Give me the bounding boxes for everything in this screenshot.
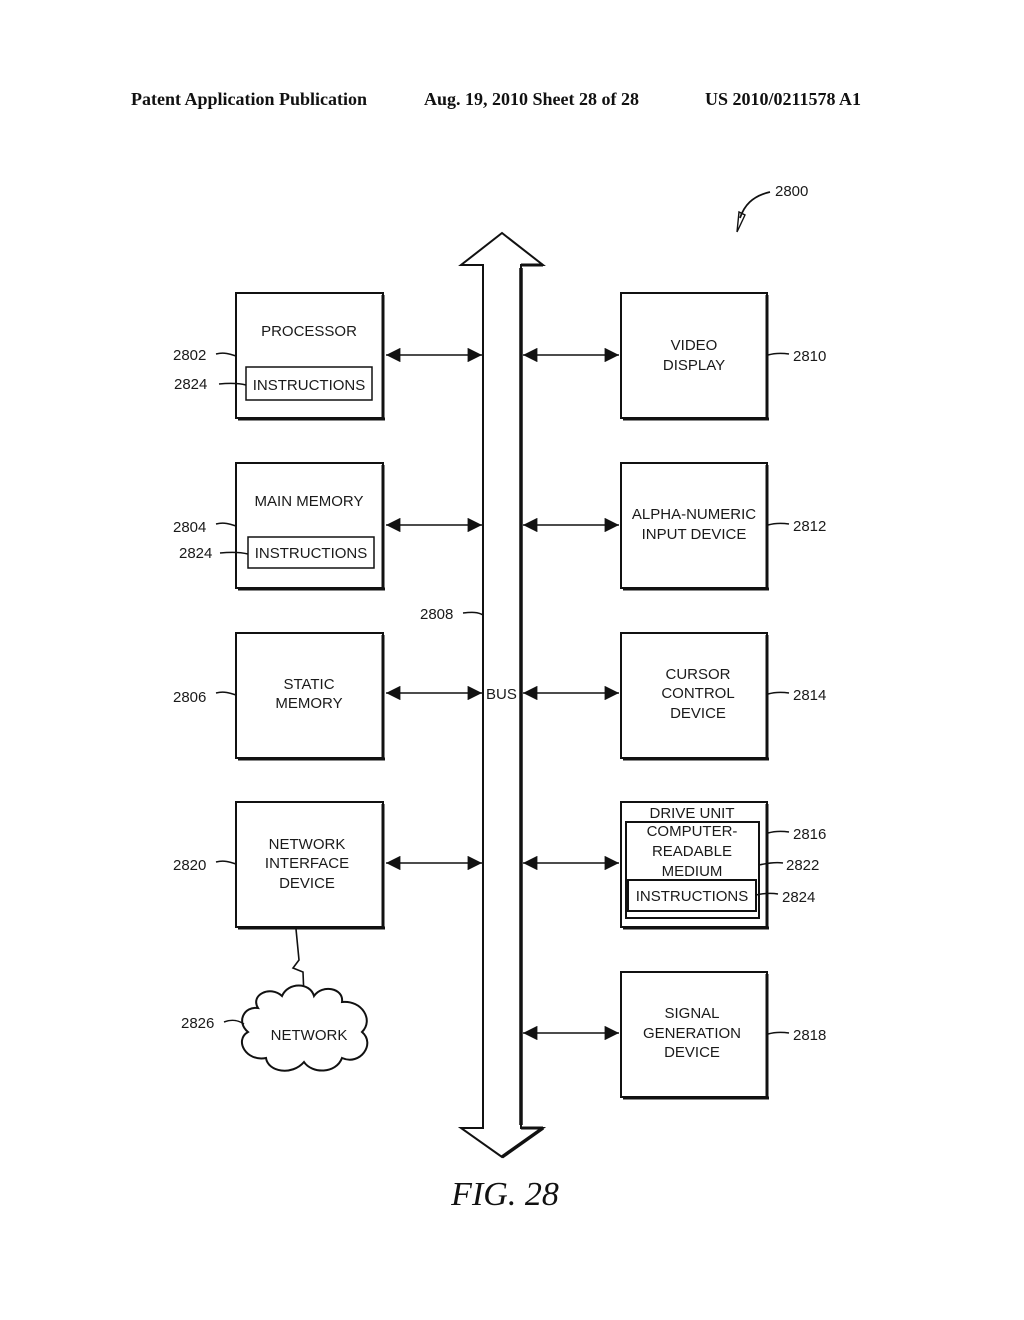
processor-instructions-ref: 2824	[174, 376, 207, 393]
main-memory-instructions-label: INSTRUCTIONS	[255, 545, 368, 562]
cursor-control-label-line3: DEVICE	[670, 705, 726, 722]
network-interface-label-line1: NETWORK	[269, 836, 346, 853]
static-memory-block: STATIC MEMORY 2806	[173, 632, 385, 761]
drive-instructions-ref: 2824	[782, 889, 815, 906]
alphanumeric-input-label-line1: ALPHA-NUMERIC	[632, 506, 756, 523]
signal-generation-block: SIGNAL GENERATION DEVICE 2818	[620, 971, 826, 1100]
signal-generation-label-line1: SIGNAL	[664, 1005, 719, 1022]
figure-ref-2800: 2800	[736, 183, 808, 233]
processor-ref: 2802	[173, 347, 206, 364]
processor-block: PROCESSOR INSTRUCTIONS 2802 2824	[173, 292, 385, 421]
main-memory-block: MAIN MEMORY INSTRUCTIONS 2804 2824	[173, 462, 385, 591]
network-interface-block: NETWORK INTERFACE DEVICE 2820	[173, 801, 385, 930]
video-display-block: VIDEO DISPLAY 2810	[620, 292, 826, 421]
drive-unit-ref: 2816	[793, 826, 826, 843]
alphanumeric-input-label-line2: INPUT DEVICE	[642, 526, 747, 543]
processor-instructions-label: INSTRUCTIONS	[253, 377, 366, 394]
signal-generation-label-line3: DEVICE	[664, 1044, 720, 1061]
video-display-label-line1: VIDEO	[671, 337, 718, 354]
network-cloud: NETWORK 2826	[181, 984, 369, 1072]
cursor-control-block: CURSOR CONTROL DEVICE 2814	[620, 632, 826, 761]
main-memory-instructions-ref: 2824	[179, 545, 212, 562]
bus: BUS 2808	[420, 231, 547, 1159]
figure-ref-label: 2800	[775, 183, 808, 200]
cursor-control-ref: 2814	[793, 687, 826, 704]
network-label: NETWORK	[271, 1027, 348, 1044]
video-display-ref: 2810	[793, 348, 826, 365]
network-ref: 2826	[181, 1015, 214, 1032]
medium-label-line1: COMPUTER-	[647, 823, 738, 840]
drive-unit-label: DRIVE UNIT	[649, 805, 734, 822]
alphanumeric-input-block: ALPHA-NUMERIC INPUT DEVICE 2812	[620, 462, 826, 591]
cursor-control-label-line1: CURSOR	[665, 666, 730, 683]
network-interface-ref: 2820	[173, 857, 206, 874]
static-memory-label-line1: STATIC	[283, 676, 334, 693]
video-display-label-line2: DISPLAY	[663, 357, 725, 374]
alphanumeric-input-ref: 2812	[793, 518, 826, 535]
static-memory-label-line2: MEMORY	[275, 695, 342, 712]
static-memory-ref: 2806	[173, 689, 206, 706]
main-memory-ref: 2804	[173, 519, 206, 536]
medium-label-line3: MEDIUM	[662, 863, 723, 880]
figure-caption: FIG. 28	[450, 1176, 559, 1213]
cursor-control-label-line2: CONTROL	[661, 685, 734, 702]
drive-unit-block: DRIVE UNIT COMPUTER- READABLE MEDIUM INS…	[620, 801, 826, 930]
drive-instructions-label: INSTRUCTIONS	[636, 888, 749, 905]
signal-generation-ref: 2818	[793, 1027, 826, 1044]
main-memory-label: MAIN MEMORY	[255, 493, 364, 510]
signal-generation-label-line2: GENERATION	[643, 1025, 741, 1042]
medium-ref: 2822	[786, 857, 819, 874]
network-interface-label-line2: INTERFACE	[265, 855, 349, 872]
bus-label: BUS	[486, 686, 517, 703]
processor-label: PROCESSOR	[261, 323, 357, 340]
medium-label-line2: READABLE	[652, 843, 732, 860]
bus-ref: 2808	[420, 606, 453, 623]
network-interface-label-line3: DEVICE	[279, 875, 335, 892]
block-diagram: 2800 BUS 2808 PROCESSOR INSTRUCTIONS 280…	[173, 183, 826, 1213]
